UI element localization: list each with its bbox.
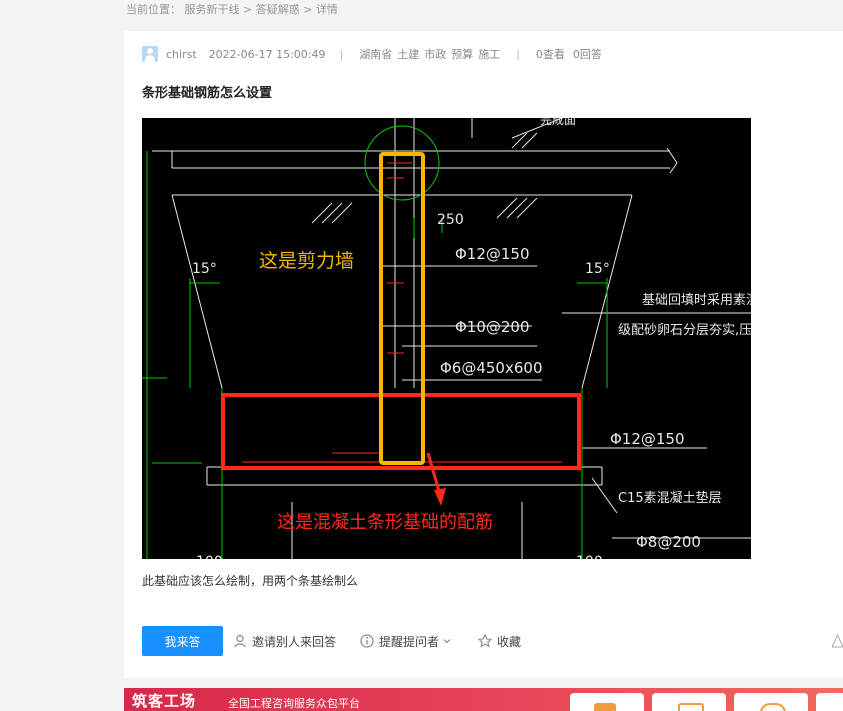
tag-region: 湖南省 bbox=[359, 48, 393, 61]
banner-tile-more[interactable] bbox=[816, 693, 843, 711]
answer-button[interactable]: 我来答 bbox=[142, 626, 223, 656]
view-count: 0查看 bbox=[535, 48, 565, 61]
meta-divider: | bbox=[516, 47, 520, 61]
meta-divider: | bbox=[339, 47, 344, 61]
favorite-button[interactable]: 收藏 bbox=[478, 626, 521, 656]
user-icon bbox=[234, 634, 246, 648]
tag-construction: 施工 bbox=[478, 48, 501, 61]
rebar-label-5: Φ8@200 bbox=[636, 533, 701, 551]
tag-civil: 土建 bbox=[397, 48, 420, 61]
finish-surface-label: 完成面 bbox=[540, 118, 576, 127]
rebar-label-1: Φ12@150 bbox=[455, 245, 530, 263]
footing-highlight-box bbox=[221, 393, 581, 470]
answer-count: 0回答 bbox=[572, 48, 602, 61]
report-button[interactable] bbox=[832, 626, 843, 656]
folder-icon bbox=[594, 703, 616, 711]
promo-banner[interactable]: 筑客工场 全国工程咨询服务众包平台 bbox=[124, 688, 843, 711]
rebar-label-2: Φ10@200 bbox=[455, 318, 530, 336]
banner-logo: 筑客工场 bbox=[132, 692, 197, 710]
breadcrumb-item-detail: 详情 bbox=[315, 3, 338, 16]
star-icon bbox=[478, 634, 492, 648]
warning-icon bbox=[832, 634, 843, 648]
question-meta: chirst 2022-06-17 15:00:49 | 湖南省 土建 市政 预… bbox=[142, 45, 610, 63]
annotation-shear-wall: 这是剪力墙 bbox=[259, 250, 354, 272]
question-title: 条形基础钢筋怎么设置 bbox=[142, 86, 273, 101]
avatar[interactable] bbox=[142, 46, 158, 62]
breadcrumb-item-service[interactable]: 服务新干线 bbox=[185, 3, 240, 16]
tag-budget: 预算 bbox=[451, 48, 474, 61]
invite-label: 邀请别人来回答 bbox=[252, 634, 337, 649]
post-time: 2022-06-17 15:00:49 bbox=[208, 47, 326, 61]
author-name[interactable]: chirst bbox=[166, 48, 197, 61]
cushion-label: C15素混凝土垫层 bbox=[618, 490, 722, 506]
dimension-250: 250 bbox=[437, 212, 464, 228]
coin-icon bbox=[760, 703, 786, 711]
tag-municipal: 市政 bbox=[424, 48, 447, 61]
angle-left: 15° bbox=[192, 261, 217, 277]
annotation-footing-rebar: 这是混凝土条形基础的配筋 bbox=[277, 512, 493, 533]
cad-drawing-image[interactable]: 250 Φ12@150 Φ10@200 Φ6@450x600 Φ12@150 Φ… bbox=[142, 118, 751, 559]
rebar-label-4: Φ12@150 bbox=[610, 430, 685, 448]
remind-asker-button[interactable]: 提醒提问者 bbox=[360, 626, 457, 656]
fill-note-2: 级配砂卵石分层夯实,压实系 bbox=[618, 323, 751, 338]
breadcrumb: 当前位置： 服务新干线 > 答疑解惑 > 详情 bbox=[126, 1, 338, 17]
remind-label: 提醒提问者 bbox=[379, 634, 440, 649]
fill-note-1: 基础回填时采用素混凝 bbox=[642, 292, 751, 308]
breadcrumb-item-qa[interactable]: 答疑解惑 bbox=[256, 3, 300, 16]
badge-icon bbox=[678, 703, 704, 711]
banner-slogan: 全国工程咨询服务众包平台 bbox=[228, 697, 360, 710]
rebar-label-3: Φ6@450x600 bbox=[440, 359, 543, 377]
breadcrumb-separator: > bbox=[243, 3, 253, 16]
banner-tile-badge[interactable] bbox=[652, 693, 726, 711]
question-body: 此基础应该怎么绘制，用两个条基绘制么 bbox=[142, 574, 359, 588]
info-icon bbox=[360, 634, 374, 648]
bottom-dim-left: 100 bbox=[196, 554, 223, 559]
chevron-down-icon bbox=[443, 639, 451, 644]
invite-answer-button[interactable]: 邀请别人来回答 bbox=[233, 626, 336, 656]
banner-tile-folder[interactable] bbox=[570, 693, 644, 711]
angle-right: 15° bbox=[585, 261, 610, 277]
breadcrumb-prefix: 当前位置： bbox=[126, 3, 181, 16]
question-card: chirst 2022-06-17 15:00:49 | 湖南省 土建 市政 预… bbox=[124, 31, 843, 678]
banner-tile-coin[interactable] bbox=[734, 693, 808, 711]
favorite-label: 收藏 bbox=[497, 634, 522, 649]
bottom-dim-right: 100 bbox=[576, 554, 603, 559]
breadcrumb-separator: > bbox=[303, 3, 313, 16]
